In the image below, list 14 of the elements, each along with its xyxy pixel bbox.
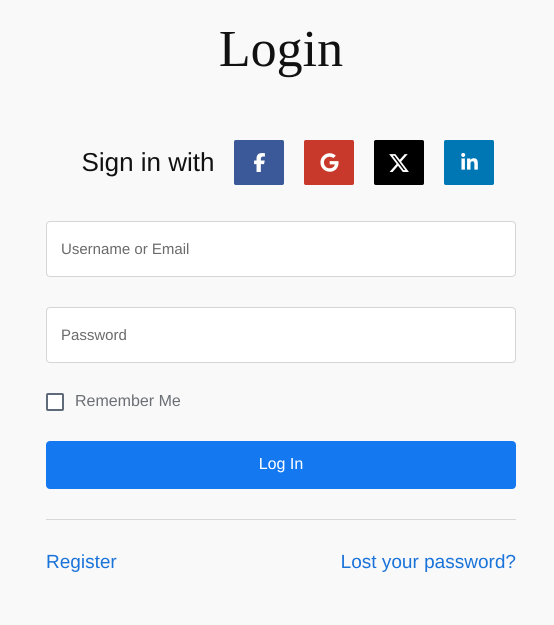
- page-title: Login: [218, 20, 344, 80]
- sign-in-label: Sign in with: [82, 147, 214, 178]
- password-field[interactable]: Password: [46, 307, 516, 363]
- remember-label: Remember Me: [75, 393, 181, 411]
- in-letters-icon: [460, 153, 479, 172]
- username-field[interactable]: Username or Email: [46, 221, 516, 277]
- lost-password-link[interactable]: Lost your password?: [340, 552, 516, 574]
- login-button[interactable]: Log In: [46, 441, 516, 489]
- social-login-button[interactable]: [234, 140, 284, 185]
- social-login-button[interactable]: [374, 140, 424, 185]
- remember-checkbox[interactable]: [46, 393, 64, 411]
- x-letter-icon: [388, 152, 410, 174]
- g-letter-icon: [320, 153, 339, 172]
- register-link[interactable]: Register: [46, 552, 117, 574]
